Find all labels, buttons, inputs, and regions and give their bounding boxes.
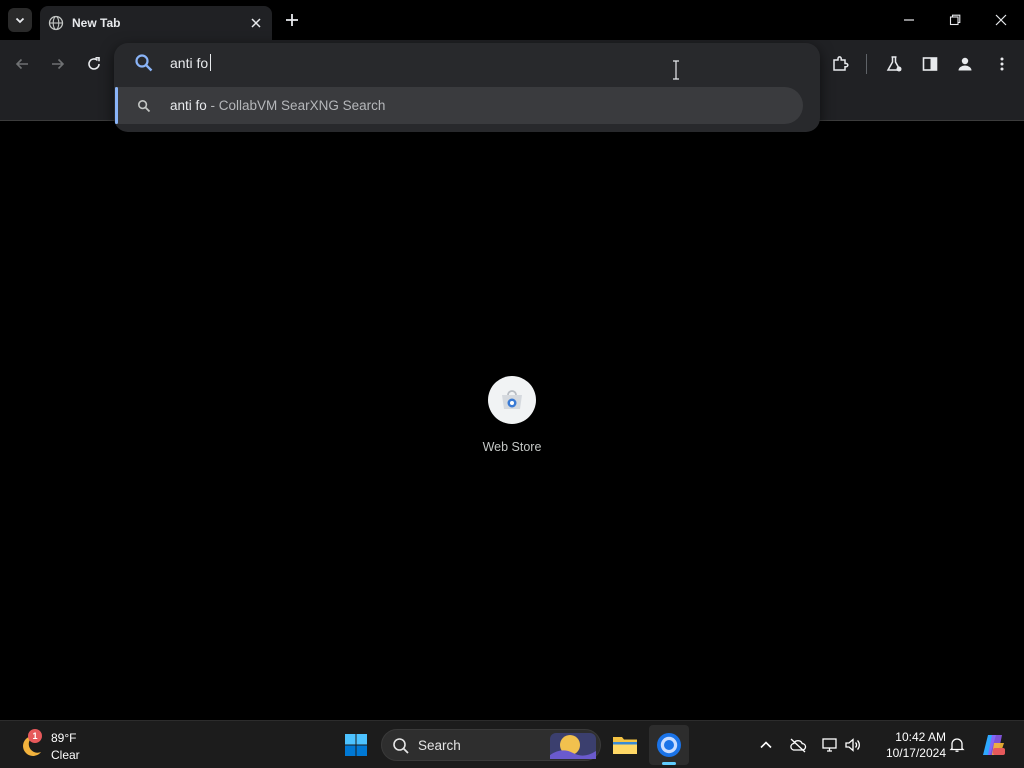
new-tab-button[interactable] [280, 8, 304, 32]
cloud-off-icon [790, 738, 807, 753]
person-icon [958, 57, 972, 71]
suggestion-engine: CollabVM SearXNG Search [218, 98, 386, 113]
taskbar-search-label: Search [418, 738, 461, 753]
weather-alert-badge: 1 [28, 729, 42, 743]
tab-search-button[interactable] [8, 8, 32, 32]
suggestion-text: anti fo - CollabVM SearXNG Search [170, 98, 385, 113]
menu-button[interactable] [988, 50, 1016, 78]
chevron-up-icon [760, 741, 772, 749]
tab-close-button[interactable] [248, 15, 264, 31]
close-window-button[interactable] [978, 0, 1024, 40]
chevron-down-icon [15, 17, 25, 24]
back-button[interactable] [8, 50, 36, 78]
search-icon [392, 737, 410, 755]
restore-icon [949, 14, 961, 26]
taskbar-file-explorer[interactable] [605, 725, 645, 765]
taskbar: 1 89°F Clear Search 10:42 AM 10/17/2024 [0, 720, 1024, 768]
extensions-button[interactable] [826, 50, 854, 78]
labs-button[interactable] [880, 50, 908, 78]
side-panel-icon [922, 57, 938, 71]
shortcut-web-store[interactable]: Web Store [472, 376, 552, 466]
profile-button[interactable] [951, 50, 979, 78]
start-button[interactable] [340, 729, 372, 761]
taskbar-clock[interactable]: 10:42 AM 10/17/2024 [872, 729, 946, 761]
globe-icon [48, 15, 64, 31]
minimize-icon [904, 19, 914, 21]
side-panel-button[interactable] [916, 50, 944, 78]
network-icon [822, 738, 837, 752]
network-tray-icon[interactable] [818, 733, 842, 757]
forward-button[interactable] [44, 50, 72, 78]
onedrive-tray-icon[interactable] [786, 733, 810, 757]
search-icon [137, 99, 151, 113]
weather-temperature: 89°F [51, 731, 77, 745]
restore-button[interactable] [932, 0, 978, 40]
notifications-button[interactable] [945, 733, 969, 757]
selection-accent [115, 87, 118, 124]
close-icon [251, 18, 261, 28]
show-hidden-icons-button[interactable] [754, 733, 778, 757]
weather-condition: Clear [51, 748, 80, 762]
copilot-icon [983, 735, 1005, 755]
clock-date: 10/17/2024 [885, 746, 946, 760]
weather-widget[interactable]: 1 89°F Clear [16, 727, 106, 763]
toolbar-separator [866, 54, 867, 74]
web-store-icon [488, 376, 536, 424]
minimize-button[interactable] [886, 0, 932, 40]
suggestion-query: anti fo [170, 98, 207, 113]
folder-icon [613, 737, 637, 754]
omnibox-dropdown: anti fo - CollabVM SearXNG Search [114, 43, 820, 132]
tab-strip: New Tab [0, 0, 1024, 40]
flask-icon [886, 56, 902, 72]
volume-tray-icon[interactable] [841, 733, 865, 757]
close-icon [995, 14, 1007, 26]
suggestion-separator: - [206, 98, 219, 113]
arrow-right-icon [52, 58, 65, 70]
omnibox-suggestion[interactable]: anti fo - CollabVM SearXNG Search [115, 87, 803, 124]
windows-logo-icon [345, 734, 367, 756]
clock-time: 10:42 AM [895, 730, 946, 744]
taskbar-search-box[interactable]: Search [381, 729, 601, 761]
plus-icon [286, 14, 298, 26]
shortcut-label: Web Store [482, 440, 542, 454]
more-vert-icon [1000, 57, 1004, 71]
search-icon [134, 53, 154, 73]
active-app-indicator [662, 762, 676, 765]
arrow-left-icon [15, 58, 28, 70]
text-caret [210, 54, 211, 71]
puzzle-icon [833, 56, 849, 71]
speaker-icon [845, 738, 860, 752]
reload-button[interactable] [80, 50, 108, 78]
tab-title: New Tab [72, 16, 121, 30]
copilot-button[interactable] [978, 730, 1008, 760]
taskbar-chrome[interactable] [649, 725, 689, 765]
text-cursor-icon [673, 60, 679, 80]
chrome-icon [657, 733, 681, 757]
tab-new-tab[interactable]: New Tab [40, 6, 272, 40]
bell-icon [949, 738, 965, 752]
reload-icon [88, 57, 100, 70]
search-highlight-icon [550, 733, 596, 759]
